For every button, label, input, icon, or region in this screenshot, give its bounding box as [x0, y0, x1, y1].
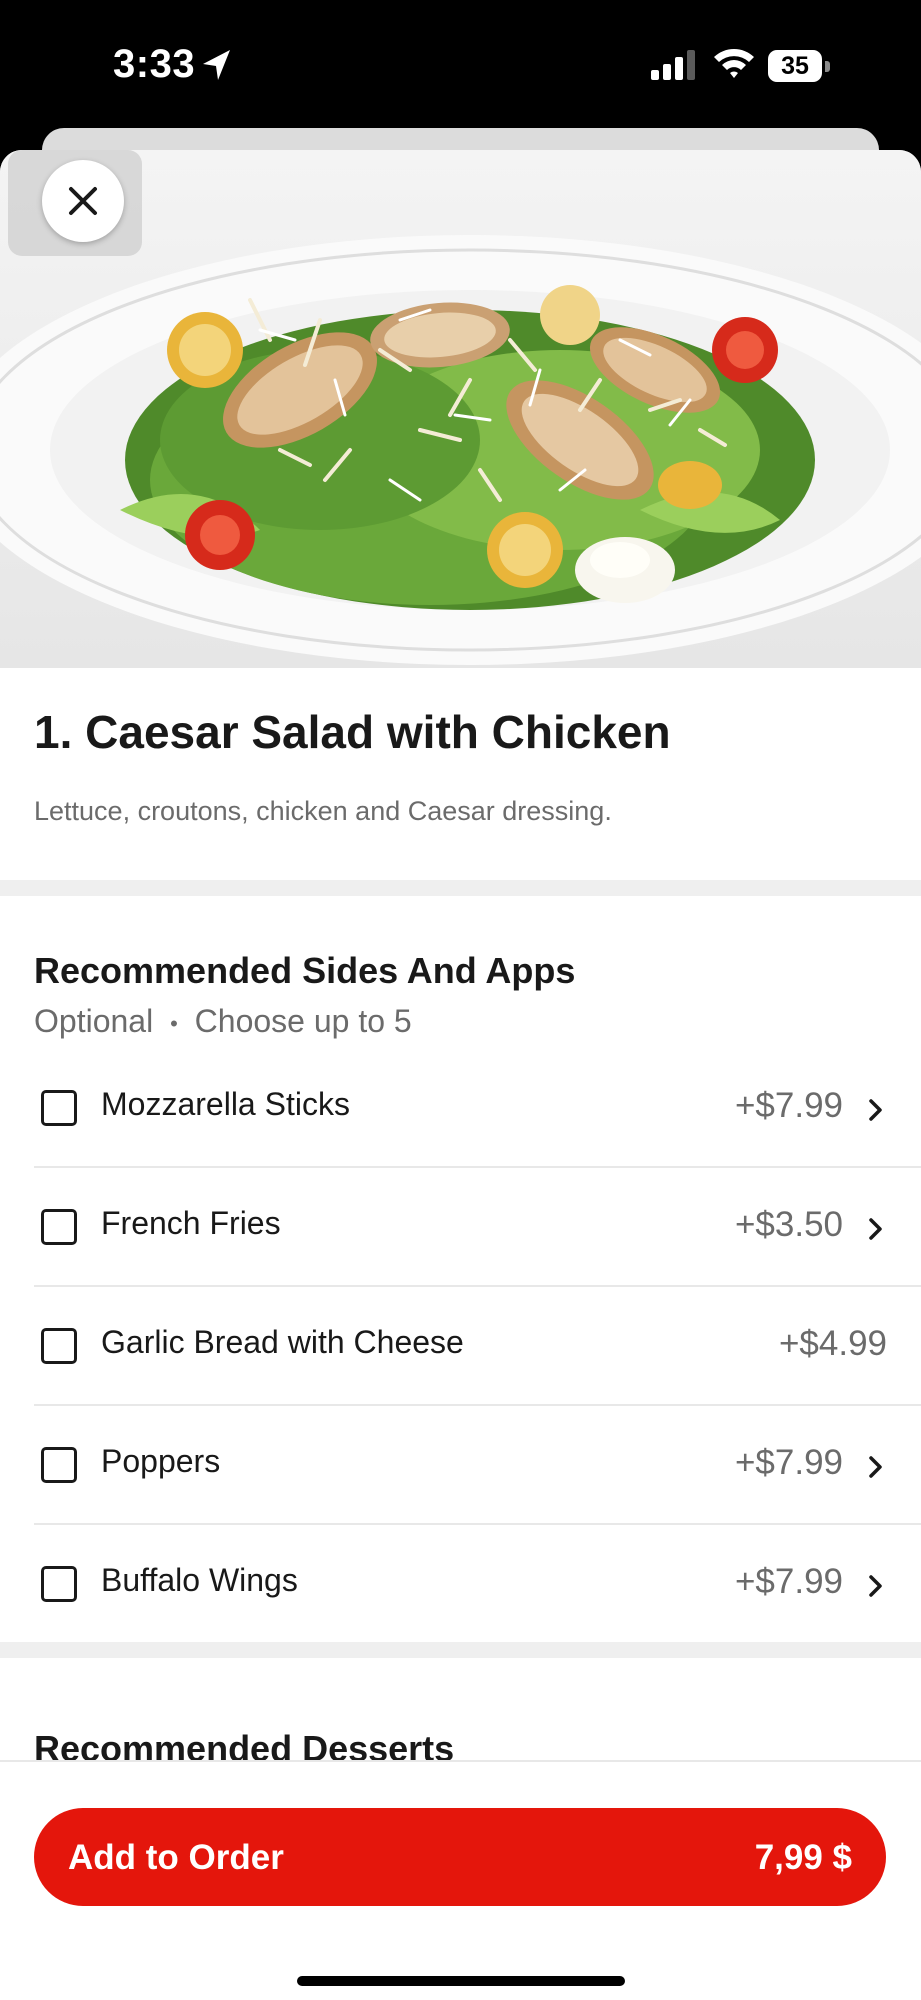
order-total-price: 7,99 $: [754, 1838, 852, 1877]
sides-section-requirement: Optional • Choose up to 5: [34, 1003, 412, 1040]
status-bar: 3:33 35: [0, 0, 921, 130]
bottom-action-bar: Add to Order 7,99 $: [0, 1760, 921, 2000]
chevron-right-icon[interactable]: [868, 1574, 884, 1598]
choose-limit-label: Choose up to 5: [194, 1003, 412, 1039]
option-mozzarella-sticks[interactable]: Mozzarella Sticks +$7.99: [34, 1048, 921, 1168]
separator-dot: •: [170, 1010, 178, 1036]
option-name: Poppers: [101, 1443, 221, 1479]
checkbox[interactable]: [41, 1447, 77, 1483]
checkbox[interactable]: [41, 1328, 77, 1364]
option-poppers[interactable]: Poppers +$7.99: [34, 1405, 921, 1525]
checkbox[interactable]: [41, 1209, 77, 1245]
section-divider: [0, 1642, 921, 1658]
option-price: +$7.99: [734, 1562, 843, 1601]
checkbox[interactable]: [41, 1090, 77, 1126]
option-name: Mozzarella Sticks: [101, 1086, 350, 1122]
option-buffalo-wings[interactable]: Buffalo Wings +$7.99: [34, 1524, 921, 1642]
option-price: +$7.99: [734, 1086, 843, 1125]
status-time: 3:33: [113, 42, 196, 86]
option-price: +$4.99: [778, 1324, 887, 1363]
close-button[interactable]: [42, 160, 124, 242]
checkbox[interactable]: [41, 1566, 77, 1602]
close-button-backdrop: [8, 150, 142, 256]
add-to-order-button[interactable]: Add to Order 7,99 $: [34, 1808, 886, 1906]
option-name: Buffalo Wings: [101, 1562, 298, 1598]
close-icon: [69, 187, 97, 215]
battery-level: 35: [781, 52, 809, 80]
add-to-order-label: Add to Order: [68, 1838, 284, 1877]
option-french-fries[interactable]: French Fries +$3.50: [34, 1167, 921, 1287]
item-title: 1. Caesar Salad with Chicken: [34, 706, 671, 758]
signal-icon: [651, 50, 695, 80]
option-price: +$3.50: [734, 1205, 843, 1244]
chevron-right-icon[interactable]: [868, 1455, 884, 1479]
optional-label: Optional: [34, 1003, 154, 1039]
option-price: +$7.99: [734, 1443, 843, 1482]
location-arrow-icon: [203, 50, 230, 80]
chevron-right-icon[interactable]: [868, 1098, 884, 1122]
battery-indicator: 35: [768, 50, 830, 82]
item-description: Lettuce, croutons, chicken and Caesar dr…: [34, 796, 612, 826]
home-indicator[interactable]: [297, 1976, 625, 1986]
wifi-icon: [714, 49, 754, 78]
section-divider: [0, 880, 921, 896]
option-name: French Fries: [101, 1205, 281, 1241]
option-name: Garlic Bread with Cheese: [101, 1324, 464, 1360]
option-garlic-bread-with-cheese[interactable]: Garlic Bread with Cheese +$4.99: [34, 1286, 921, 1406]
sides-section-title: Recommended Sides And Apps: [34, 950, 576, 991]
chevron-right-icon[interactable]: [868, 1217, 884, 1241]
item-photo: [0, 150, 921, 668]
item-detail-sheet: 1. Caesar Salad with Chicken Lettuce, cr…: [0, 150, 921, 2000]
